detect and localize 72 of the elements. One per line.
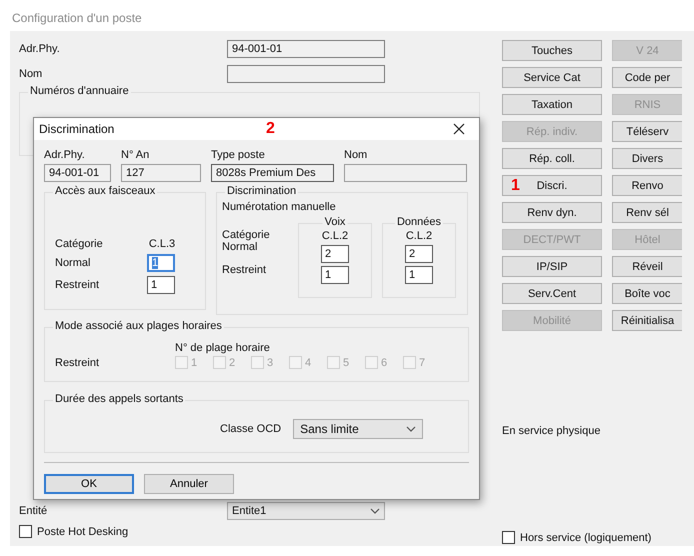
field-label: Nom [344, 149, 368, 161]
status-text: En service physique [502, 425, 602, 437]
function-button[interactable]: Renv sél [612, 202, 682, 223]
field-label: Adr.Phy. [19, 42, 61, 54]
group-legend: Mode associé aux plages horaires [53, 320, 224, 332]
annotation-number: 2 [266, 120, 276, 138]
dropdown[interactable]: Sans limite [293, 419, 424, 439]
dialog-title: Discrimination [39, 122, 116, 136]
row-label: Catégorie [55, 238, 104, 250]
function-button[interactable]: Serv.Cent [502, 283, 602, 304]
category-text: C.L.2 [322, 230, 348, 242]
group-legend: Discrimination [225, 185, 298, 197]
field-label: N° An [121, 149, 150, 161]
number-field[interactable]: 1 [147, 254, 175, 272]
text-field[interactable]: 94-001-01 [227, 40, 385, 58]
group-legend: Numéros d'annuaire [28, 85, 131, 97]
checkbox-label: 6 [381, 356, 388, 368]
number-field[interactable]: 2 [321, 245, 349, 263]
group-legend: Accès aux faisceaux [53, 185, 158, 197]
function-button[interactable]: Renv dyn. [502, 202, 602, 223]
field-label: Classe OCD [220, 423, 282, 435]
checkbox-label: 1 [191, 356, 198, 368]
close-icon[interactable] [453, 123, 465, 135]
checkbox[interactable] [502, 531, 515, 544]
number-field[interactable]: 1 [405, 266, 433, 284]
checkbox-label: Poste Hot Desking [37, 526, 128, 538]
function-button[interactable]: Rép. coll. [502, 148, 602, 169]
checkbox-label: 5 [343, 356, 350, 368]
heading-text: N° de plage horaire [174, 342, 271, 354]
row-label: Normal [222, 241, 258, 253]
function-button[interactable]: IP/SIP [502, 256, 602, 277]
dropdown[interactable]: Entite1 [227, 502, 385, 520]
category-text: C.L.3 [148, 238, 176, 250]
field-label: Entité [19, 504, 48, 516]
checkbox-label: Hors service (logiquement) [520, 532, 652, 544]
group-legend: Durée des appels sortants [53, 393, 186, 405]
function-button[interactable]: Divers [612, 148, 682, 169]
field-label: Nom [19, 68, 44, 80]
function-button[interactable]: Taxation [502, 94, 602, 115]
checkbox-label: 3 [267, 356, 274, 368]
checkbox-label: 4 [305, 356, 312, 368]
subtitle-text: Numérotation manuelle [222, 201, 337, 213]
chevron-down-icon [370, 508, 380, 514]
row-label: Restreint [222, 264, 268, 276]
field-label: Type poste [211, 149, 266, 161]
dialog-button[interactable]: OK [44, 474, 134, 494]
function-button[interactable]: Boîte voc [612, 283, 682, 304]
dialog-button[interactable]: Annuler [144, 474, 234, 494]
checkbox-label: 7 [419, 356, 426, 368]
function-button[interactable]: Code per [612, 67, 682, 88]
number-field[interactable]: 1 [321, 266, 349, 284]
text-field[interactable] [227, 64, 385, 82]
row-label: Restreint [55, 279, 100, 291]
function-button[interactable]: Téléserv [612, 121, 682, 142]
function-button[interactable]: Service Cat [502, 67, 602, 88]
row-label: Restreint [55, 356, 100, 368]
number-field[interactable]: 2 [405, 245, 433, 263]
field-label: Adr.Phy. [44, 149, 86, 161]
function-button[interactable]: Renvo [612, 175, 682, 196]
checkbox-label: 2 [229, 356, 236, 368]
number-field[interactable]: 1 [147, 276, 175, 294]
row-label: Normal [55, 257, 92, 269]
checkbox[interactable] [19, 525, 32, 538]
category-text: C.L.2 [406, 230, 432, 242]
chevron-down-icon [406, 426, 416, 432]
group-legend: Données [394, 216, 444, 228]
function-button[interactable]: Réinitialisa [612, 310, 682, 331]
function-button[interactable]: 1 Discri. [502, 175, 602, 196]
function-button[interactable]: Touches [502, 40, 602, 61]
row-label: Catégorie [222, 229, 271, 241]
group-legend: Voix [322, 216, 348, 228]
function-button[interactable]: Réveil [612, 256, 682, 277]
